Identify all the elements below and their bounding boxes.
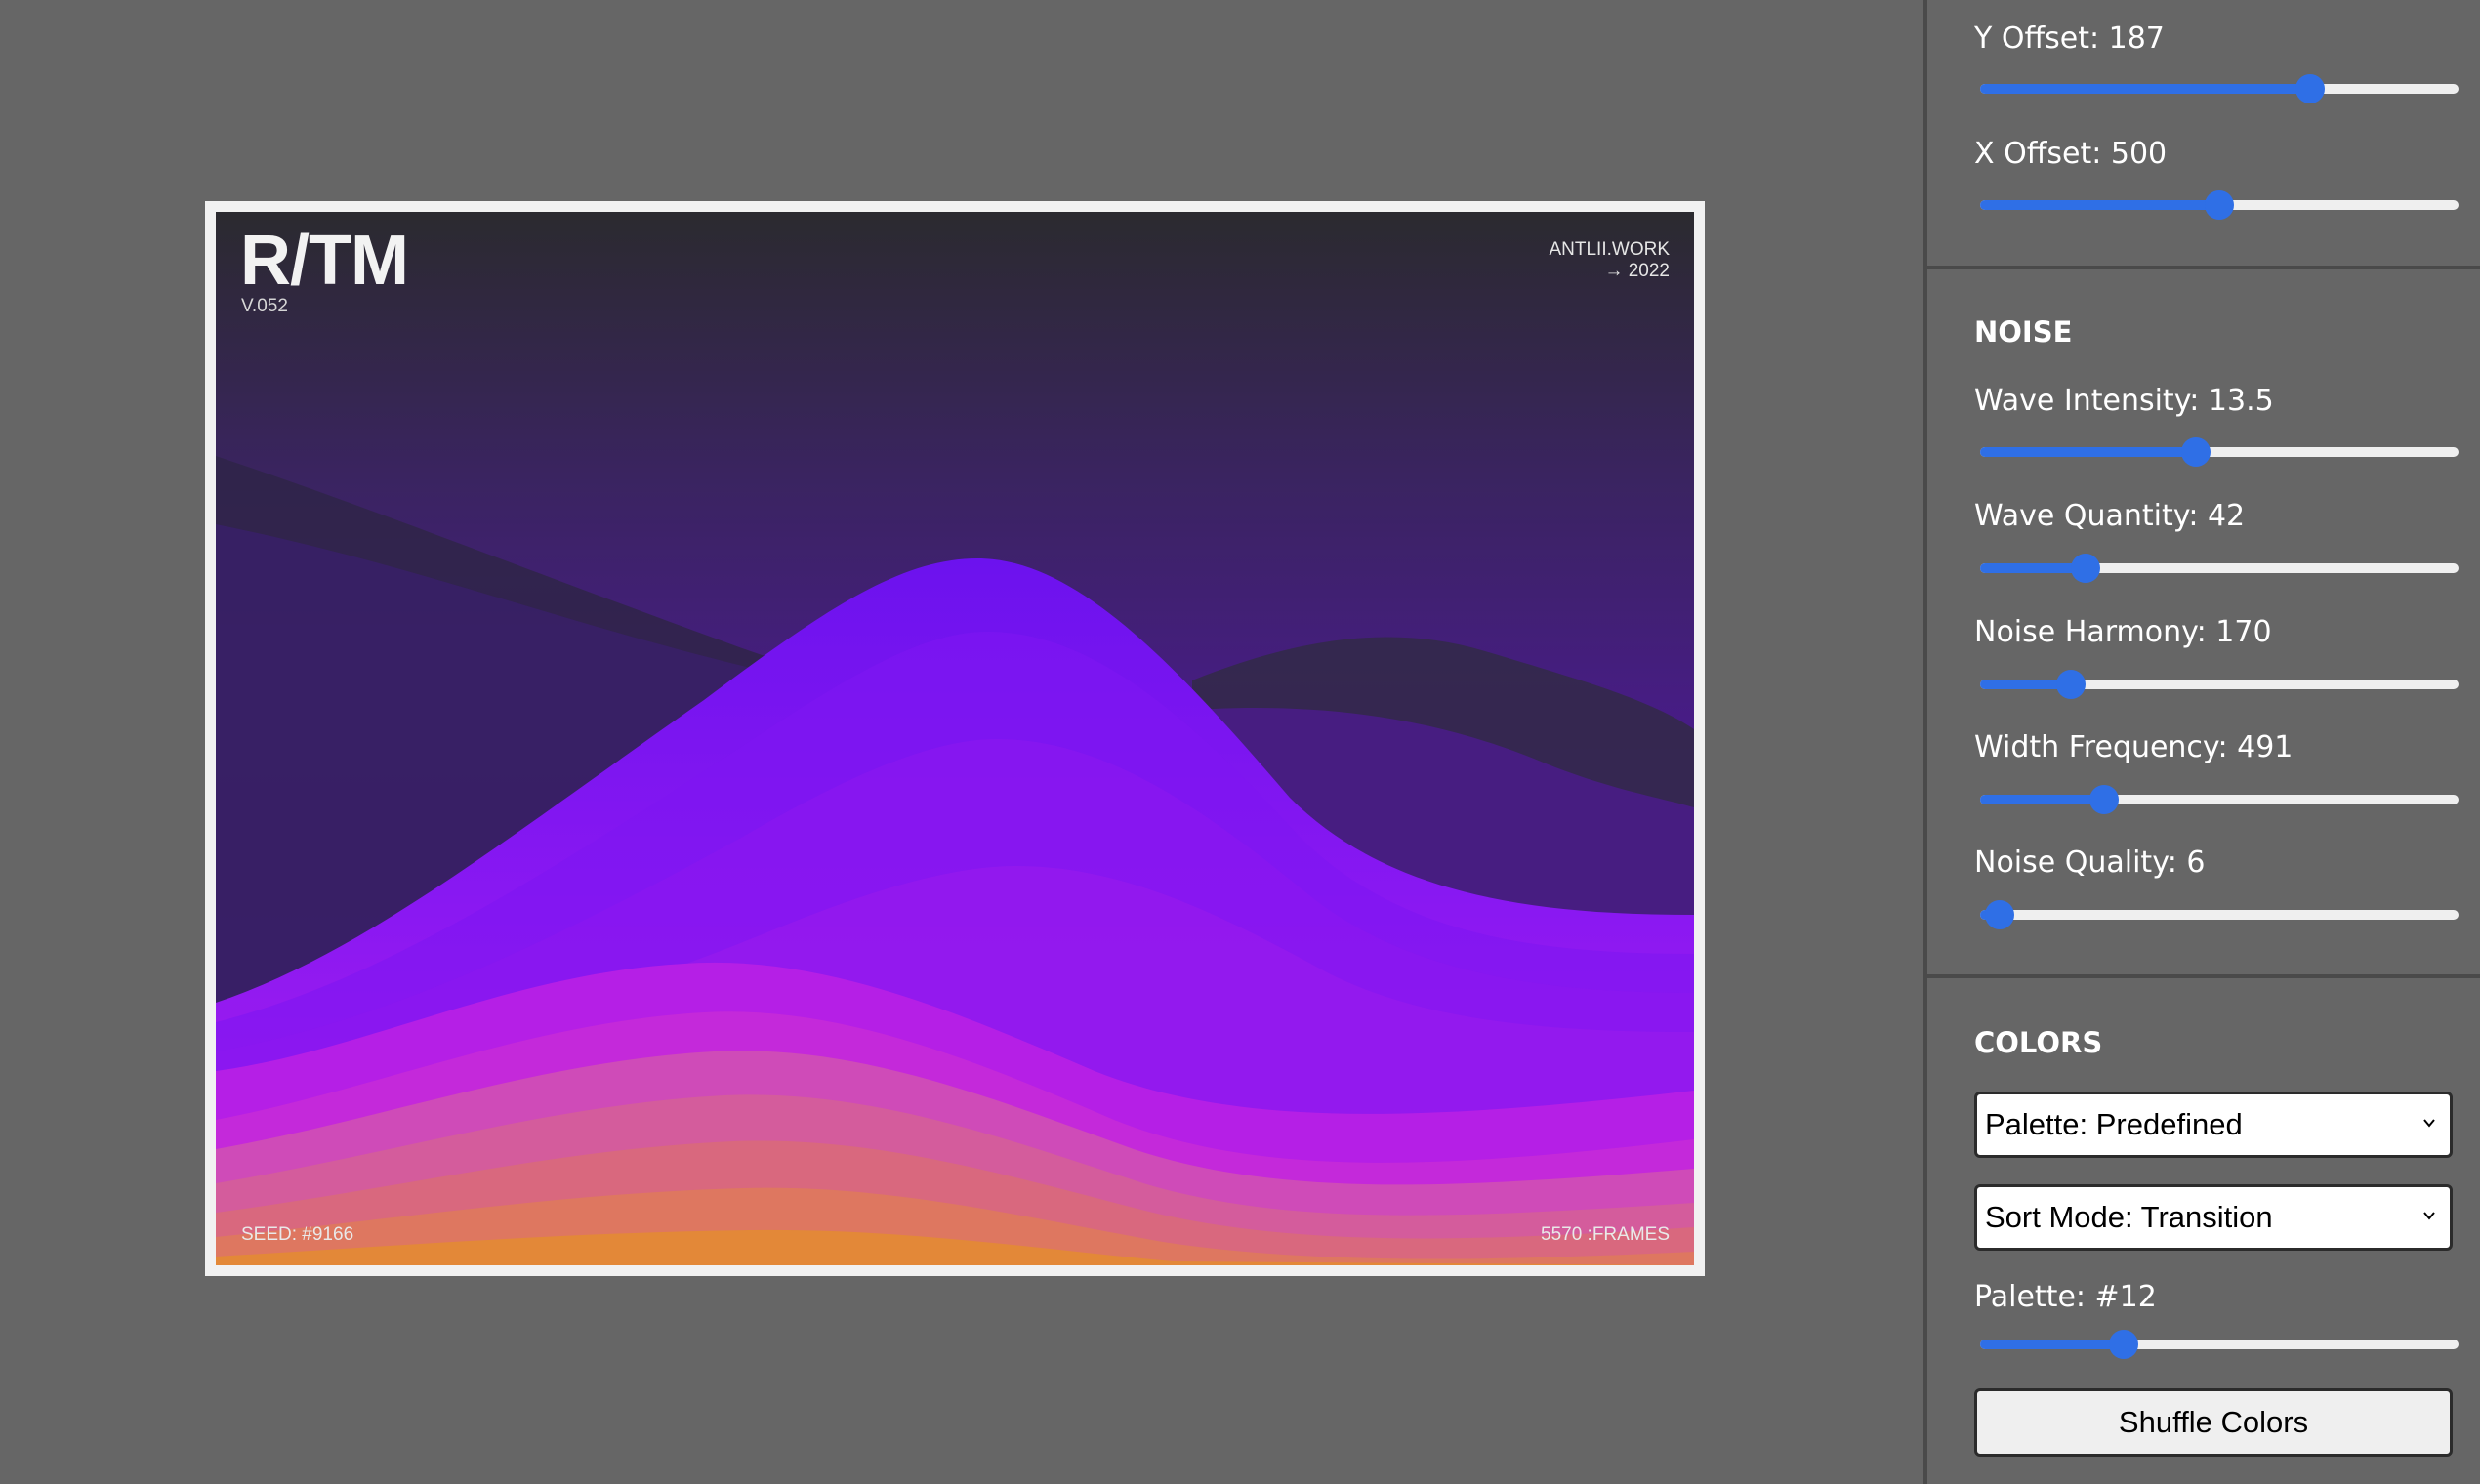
slider-track	[1980, 910, 2459, 920]
x-offset-label: X Offset: 500	[1974, 137, 2168, 171]
section-divider	[1927, 974, 2480, 978]
sort-mode-select-value: Sort Mode: Transition	[1985, 1200, 2273, 1234]
slider-thumb[interactable]	[2089, 785, 2119, 814]
noise-harmony-label: Noise Harmony: 170	[1974, 615, 2272, 649]
palette-select-value: Palette: Predefined	[1985, 1107, 2243, 1141]
slider-thumb[interactable]	[2295, 74, 2325, 103]
noise-quality-label: Noise Quality: 6	[1974, 845, 2206, 880]
wave-intensity-label: Wave Intensity: 13.5	[1974, 384, 2274, 418]
noise-harmony-slider[interactable]	[1980, 670, 2459, 699]
controls-panel: Y Offset: 187 X Offset: 500 NOISE Wave I…	[1923, 0, 2480, 1484]
slider-fill	[1980, 84, 2310, 94]
wave-intensity-slider[interactable]	[1980, 437, 2459, 467]
slider-thumb[interactable]	[2205, 190, 2234, 220]
wave-quantity-slider[interactable]	[1980, 554, 2459, 583]
section-divider	[1927, 266, 2480, 269]
artwork-title: R/TM	[240, 222, 409, 300]
generated-artwork: R/TM V.052 ANTLII.WORK → 2022 SEED: #916…	[216, 212, 1694, 1265]
chevron-down-icon	[2423, 1119, 2435, 1128]
width-frequency-label: Width Frequency: 491	[1974, 730, 2294, 764]
artwork-frames: 5570 :FRAMES	[1541, 1224, 1670, 1245]
y-offset-slider[interactable]	[1980, 74, 2459, 103]
slider-thumb[interactable]	[2056, 670, 2086, 699]
width-frequency-slider[interactable]	[1980, 785, 2459, 814]
slider-thumb[interactable]	[2181, 437, 2211, 467]
palette-number-label: Palette: #12	[1974, 1280, 2157, 1314]
palette-number-slider[interactable]	[1980, 1330, 2459, 1359]
noise-quality-slider[interactable]	[1980, 900, 2459, 929]
credit-site: ANTLII.WORK	[1549, 239, 1670, 260]
palette-select[interactable]: Palette: Predefined	[1974, 1092, 2453, 1158]
slider-fill	[1980, 200, 2219, 210]
slider-thumb[interactable]	[2071, 554, 2100, 583]
artwork-seed: SEED: #9166	[241, 1224, 354, 1245]
credit-year: → 2022	[1604, 261, 1670, 281]
slider-fill	[1980, 447, 2196, 457]
slider-thumb[interactable]	[2109, 1330, 2138, 1359]
y-offset-label: Y Offset: 187	[1974, 21, 2165, 56]
artwork-frame: R/TM V.052 ANTLII.WORK → 2022 SEED: #916…	[205, 201, 1705, 1276]
wave-quantity-label: Wave Quantity: 42	[1974, 499, 2246, 533]
slider-fill	[1980, 1340, 2124, 1349]
slider-fill	[1980, 795, 2104, 804]
canvas-area: R/TM V.052 ANTLII.WORK → 2022 SEED: #916…	[0, 0, 1923, 1484]
artwork-version: V.052	[241, 296, 288, 316]
sort-mode-select[interactable]: Sort Mode: Transition	[1974, 1184, 2453, 1251]
shuffle-colors-button[interactable]: Shuffle Colors	[1974, 1388, 2453, 1457]
wave-artwork-svg	[216, 212, 1694, 1265]
x-offset-slider[interactable]	[1980, 190, 2459, 220]
chevron-down-icon	[2423, 1212, 2435, 1220]
slider-fill	[1980, 563, 2086, 573]
slider-thumb[interactable]	[1985, 900, 2014, 929]
colors-section-title: COLORS	[1974, 1026, 2103, 1059]
artwork-credit: ANTLII.WORK → 2022	[1549, 239, 1670, 282]
noise-section-title: NOISE	[1974, 315, 2073, 349]
